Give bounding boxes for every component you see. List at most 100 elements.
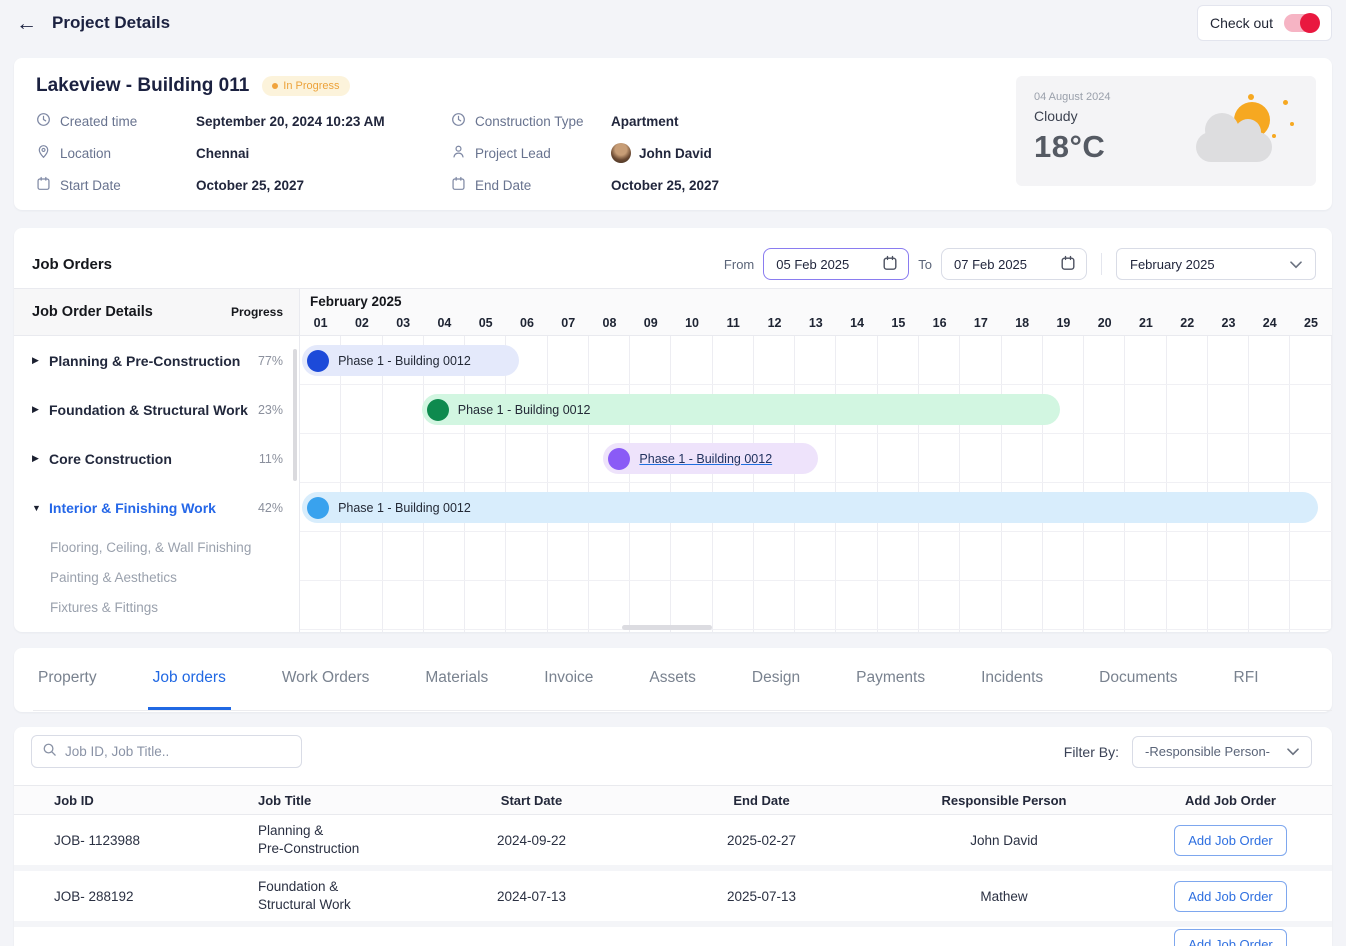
day-header-row: 0102030405060708091011121314151617181920…	[300, 311, 1332, 336]
project-lead-value-text: John David	[639, 146, 712, 161]
day-label-22: 22	[1167, 311, 1208, 336]
day-label-18: 18	[1002, 311, 1043, 336]
end-date-label-text: End Date	[475, 178, 531, 193]
chevron-down-icon	[1290, 257, 1302, 272]
day-label-14: 14	[836, 311, 877, 336]
gantt-bar-dot	[307, 497, 329, 519]
section-tabs: Property Job orders Work Orders Materials In…	[33, 648, 1332, 711]
chevron-collapsed-icon[interactable]: ▶	[32, 404, 49, 415]
day-label-13: 13	[795, 311, 836, 336]
job-orders-title: Job Orders	[32, 256, 112, 273]
responsible-person-dropdown[interactable]: -Responsible Person-	[1132, 736, 1312, 768]
tab-incidents[interactable]: Incidents	[976, 648, 1048, 710]
construction-type-label: Construction Type	[451, 112, 611, 130]
column-header-add-job-order: Add Job Order	[1129, 793, 1332, 808]
day-label-17: 17	[960, 311, 1001, 336]
gantt-bar[interactable]: Phase 1 - Building 0012	[422, 394, 1060, 425]
location-label-text: Location	[60, 146, 111, 161]
tree-item-planning-pre-construction[interactable]: ▶Planning & Pre-Construction77%	[14, 336, 299, 385]
gantt-bar-label[interactable]: Phase 1 - Building 0012	[639, 452, 772, 466]
gantt-bar-label: Phase 1 - Building 0012	[338, 354, 471, 368]
created-time-value-text: September 20, 2024 10:23 AM	[196, 114, 385, 129]
add-job-order-button[interactable]: Add Job Order	[1174, 929, 1287, 946]
gantt-bar-dot	[608, 448, 630, 470]
gantt-bar[interactable]: Phase 1 - Building 0012	[603, 443, 818, 474]
day-label-25: 25	[1290, 311, 1331, 336]
job-orders-table-card: Filter By: -Responsible Person- Job IDJo…	[14, 727, 1332, 946]
back-arrow-icon[interactable]: ←	[16, 13, 37, 34]
tab-materials[interactable]: Materials	[420, 648, 493, 710]
tree-subitem-flooring-ceiling-wall-finishing[interactable]: Flooring, Ceiling, & Wall Finishing	[14, 532, 299, 562]
calendar-icon	[882, 255, 898, 274]
day-label-21: 21	[1125, 311, 1166, 336]
tree-item-progress: 23%	[258, 403, 283, 417]
project-lead-avatar	[611, 143, 631, 163]
calendar-icon	[1060, 255, 1076, 274]
from-date-input[interactable]: 05 Feb 2025	[763, 248, 909, 280]
gantt-bar-dot	[307, 350, 329, 372]
tree-vertical-scrollbar[interactable]	[293, 349, 297, 481]
filter-value: -Responsible Person-	[1145, 744, 1270, 759]
table-row: JOB- 1123988Planning & Pre-Construction2…	[14, 815, 1332, 871]
add-job-order-button[interactable]: Add Job Order	[1174, 825, 1287, 856]
table-row: Add Job Order	[14, 927, 1332, 946]
job-order-tree-panel: Job Order Details Progress ▶Planning & P…	[14, 289, 300, 632]
tab-property[interactable]: Property	[33, 648, 102, 710]
chevron-collapsed-icon[interactable]: ▶	[32, 355, 49, 366]
search-input[interactable]	[65, 744, 291, 759]
tab-invoice[interactable]: Invoice	[539, 648, 598, 710]
gantt-bar-dot	[427, 399, 449, 421]
tab-work-orders[interactable]: Work Orders	[277, 648, 375, 710]
start-date-value-text: October 25, 2027	[196, 178, 304, 193]
created-time-value: September 20, 2024 10:23 AM	[196, 112, 451, 130]
tab-job-orders[interactable]: Job orders	[148, 648, 231, 710]
tree-subitem-fixtures-fittings[interactable]: Fixtures & Fittings	[14, 592, 299, 622]
day-label-15: 15	[878, 311, 919, 336]
end-date-label: End Date	[451, 176, 611, 194]
tab-design[interactable]: Design	[747, 648, 805, 710]
day-label-12: 12	[754, 311, 795, 336]
cell-job-id: JOB- 1123988	[14, 833, 204, 848]
search-box[interactable]	[31, 735, 302, 768]
check-out-toggle[interactable]	[1284, 14, 1319, 32]
column-header-job-id: Job ID	[14, 793, 204, 808]
divider	[1101, 253, 1102, 275]
day-label-06: 06	[506, 311, 547, 336]
day-label-11: 11	[713, 311, 754, 336]
gantt-horizontal-scrollbar[interactable]	[622, 625, 712, 630]
job-orders-table: Job IDJob TitleStart DateEnd DateRespons…	[14, 785, 1332, 946]
chevron-collapsed-icon[interactable]: ▶	[32, 453, 49, 464]
tab-documents[interactable]: Documents	[1094, 648, 1182, 710]
tree-item-label: Core Construction	[49, 451, 259, 467]
tree-item-label: Planning & Pre-Construction	[49, 353, 258, 369]
tab-assets[interactable]: Assets	[644, 648, 701, 710]
status-badge-label: In Progress	[283, 80, 339, 92]
start-date-label: Start Date	[36, 176, 196, 194]
tab-rfi[interactable]: RFI	[1229, 648, 1264, 710]
tree-item-foundation-structural-work[interactable]: ▶Foundation & Structural Work23%	[14, 385, 299, 434]
status-dot-icon	[272, 83, 278, 89]
month-select-dropdown[interactable]: February 2025	[1116, 248, 1316, 280]
day-label-24: 24	[1249, 311, 1290, 336]
tree-subitem-painting-aesthetics[interactable]: Painting & Aesthetics	[14, 562, 299, 592]
gantt-bar[interactable]: Phase 1 - Building 0012	[302, 492, 1317, 523]
weather-widget: 04 August 2024 Cloudy 18°C	[1016, 76, 1316, 186]
tree-item-core-construction[interactable]: ▶Core Construction11%	[14, 434, 299, 483]
status-badge: In Progress	[262, 76, 349, 96]
timeline-month-label: February 2025	[310, 294, 402, 309]
day-label-04: 04	[424, 311, 465, 336]
check-out-label: Check out	[1210, 15, 1273, 31]
check-out-control[interactable]: Check out	[1197, 5, 1332, 41]
job-orders-card: Job Orders From 05 Feb 2025 To 07 Feb 20…	[14, 228, 1332, 632]
day-label-10: 10	[671, 311, 712, 336]
tree-item-interior-finishing-work[interactable]: ▼Interior & Finishing Work42%	[14, 483, 299, 532]
day-label-09: 09	[630, 311, 671, 336]
filter-by-label: Filter By:	[1064, 744, 1119, 760]
gantt-bar[interactable]: Phase 1 - Building 0012	[302, 345, 519, 376]
add-job-order-button[interactable]: Add Job Order	[1174, 881, 1287, 912]
to-date-input[interactable]: 07 Feb 2025	[941, 248, 1087, 280]
chevron-expanded-icon[interactable]: ▼	[32, 503, 49, 513]
tree-item-progress: 11%	[259, 452, 283, 466]
table-body: JOB- 1123988Planning & Pre-Construction2…	[14, 815, 1332, 946]
tab-payments[interactable]: Payments	[851, 648, 930, 710]
